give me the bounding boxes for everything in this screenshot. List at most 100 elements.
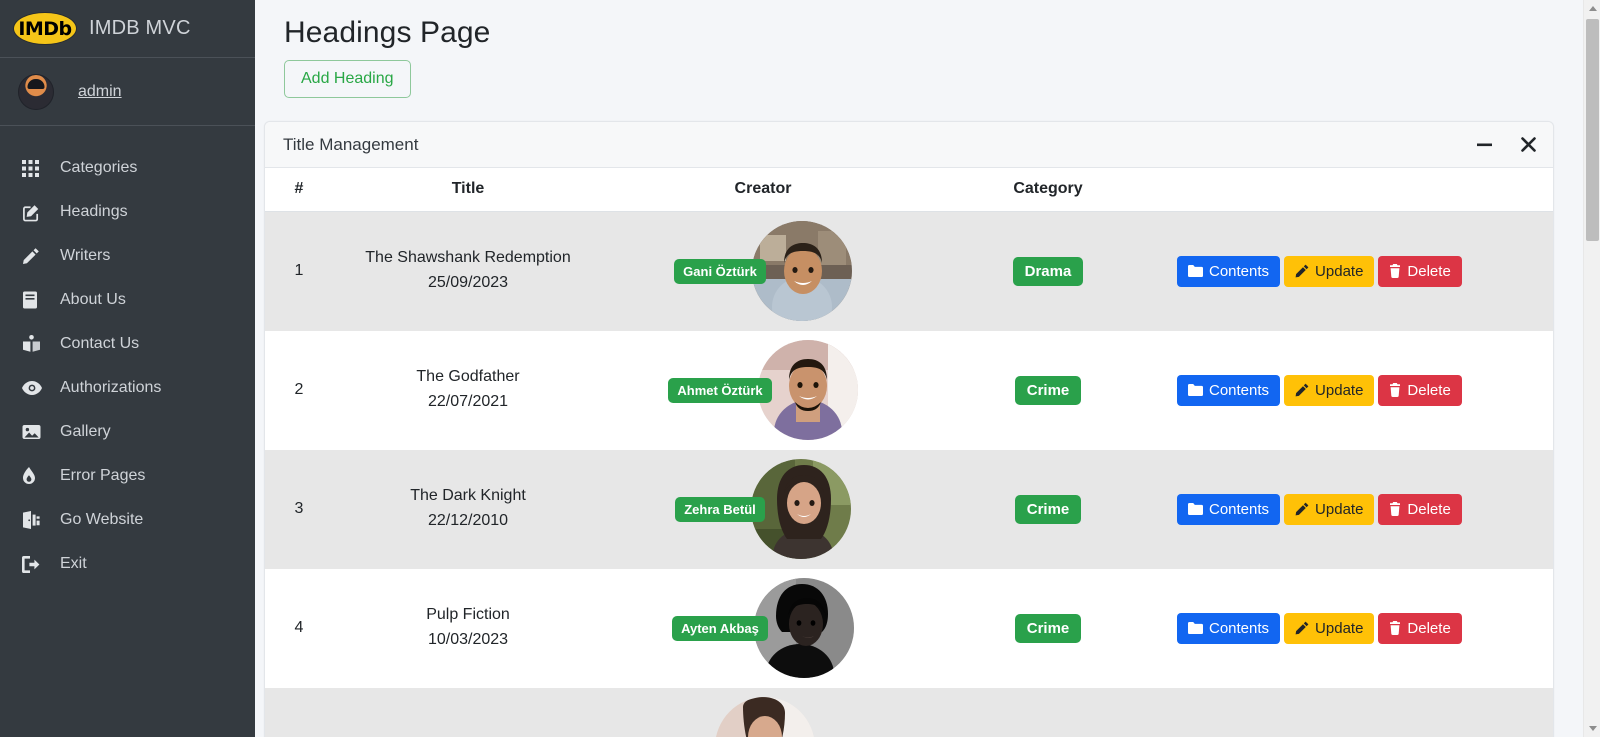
row-creator-cell: Zehra Betül xyxy=(603,450,923,569)
delete-button-label: Delete xyxy=(1407,500,1451,518)
user-name-link[interactable]: admin xyxy=(78,83,122,101)
row-creator-cell: Ayten Akbaş xyxy=(603,569,923,688)
column-header-category: Category xyxy=(923,168,1173,212)
sidebar-item-label: Authorizations xyxy=(60,379,162,396)
minimize-icon[interactable] xyxy=(1475,138,1494,151)
sidebar-item-label: Exit xyxy=(60,555,87,572)
update-button-label: Update xyxy=(1315,500,1364,518)
table-row[interactable]: 5 xyxy=(265,687,1553,737)
row-actions-cell xyxy=(1173,688,1553,737)
table-row[interactable]: 3 The Dark Knight 22/12/2010 Zehra Betül xyxy=(265,449,1553,569)
sidebar-item-label: Gallery xyxy=(60,423,111,440)
folder-icon xyxy=(1188,384,1203,396)
delete-button[interactable]: Delete xyxy=(1378,493,1462,525)
row-title-cell: The Godfather 22/07/2021 xyxy=(333,331,603,450)
row-number: 1 xyxy=(294,262,304,280)
brand-header[interactable]: IMDb IMDB MVC xyxy=(0,0,255,58)
row-number: 3 xyxy=(294,500,304,517)
delete-button-label: Delete xyxy=(1407,619,1451,637)
contents-button[interactable]: Contents xyxy=(1177,612,1281,644)
scroll-up-arrow-icon[interactable] xyxy=(1584,0,1600,17)
sidebar-item-go-website[interactable]: Go Website xyxy=(0,498,255,542)
scroll-down-arrow-icon[interactable] xyxy=(1584,720,1600,737)
table-row[interactable]: 1 The Shawshank Redemption 25/09/2023 Ga… xyxy=(265,211,1553,331)
update-button[interactable]: Update xyxy=(1284,612,1375,644)
row-actions-cell: Contents Update Delete xyxy=(1173,212,1553,331)
row-category-cell: Crime xyxy=(923,569,1173,688)
update-button-label: Update xyxy=(1315,262,1364,280)
door-open-icon xyxy=(22,511,48,529)
sidebar-item-contact-us[interactable]: Contact Us xyxy=(0,322,255,366)
contents-button[interactable]: Contents xyxy=(1177,493,1281,525)
sidebar-item-label: Go Website xyxy=(60,511,144,528)
update-button[interactable]: Update xyxy=(1284,493,1375,525)
row-creator-cell: Ahmet Öztürk xyxy=(603,331,923,450)
pencil-icon xyxy=(1295,383,1309,397)
contents-button[interactable]: Contents xyxy=(1177,255,1281,287)
page-scrollbar[interactable] xyxy=(1583,0,1600,737)
row-category-cell: Drama xyxy=(923,212,1173,331)
row-category-cell: Crime xyxy=(923,450,1173,569)
add-heading-button[interactable]: Add Heading xyxy=(284,60,411,98)
sidebar-item-writers[interactable]: Writers xyxy=(0,234,255,278)
scrollbar-thumb[interactable] xyxy=(1586,19,1599,241)
avatar xyxy=(18,73,54,110)
delete-button[interactable]: Delete xyxy=(1378,612,1462,644)
contents-button[interactable]: Contents xyxy=(1177,374,1281,406)
row-date: 22/07/2021 xyxy=(427,393,509,410)
contents-button-label: Contents xyxy=(1209,381,1270,399)
row-creator-cell: Gani Öztürk xyxy=(603,212,923,331)
delete-button-label: Delete xyxy=(1407,262,1451,280)
user-panel[interactable]: admin xyxy=(0,58,255,126)
column-header-num: # xyxy=(265,168,333,212)
update-button[interactable]: Update xyxy=(1284,374,1375,406)
sidebar-item-error-pages[interactable]: Error Pages xyxy=(0,454,255,498)
row-date: 22/12/2010 xyxy=(427,512,509,529)
row-title-cell: Pulp Fiction 10/03/2023 xyxy=(333,569,603,688)
sidebar-item-exit[interactable]: Exit xyxy=(0,542,255,586)
sidebar-item-gallery[interactable]: Gallery xyxy=(0,410,255,454)
sidebar-item-about-us[interactable]: About Us xyxy=(0,278,255,322)
pencil-icon xyxy=(1295,264,1309,278)
folder-icon xyxy=(1188,503,1203,515)
creator-badge: Ayten Akbaş xyxy=(672,615,768,641)
table-head: # Title Creator Category xyxy=(265,168,1553,212)
creator-avatar xyxy=(715,697,815,737)
sidebar-item-headings[interactable]: Headings xyxy=(0,190,255,234)
row-date: 25/09/2023 xyxy=(427,274,509,292)
row-title: The Godfather xyxy=(416,368,520,386)
row-date: 10/03/2023 xyxy=(427,631,509,648)
folder-icon xyxy=(1188,622,1203,634)
row-category-cell xyxy=(923,688,1173,737)
delete-button-label: Delete xyxy=(1407,381,1451,399)
contents-button-label: Contents xyxy=(1209,619,1270,637)
card-title: Title Management xyxy=(283,134,419,154)
update-button-label: Update xyxy=(1315,381,1364,399)
delete-button[interactable]: Delete xyxy=(1378,255,1462,287)
grid-icon xyxy=(22,159,48,177)
delete-button[interactable]: Delete xyxy=(1378,374,1462,406)
table-row[interactable]: 2 The Godfather 22/07/2021 Ahmet Öztürk xyxy=(265,330,1553,450)
trash-icon xyxy=(1389,621,1401,635)
close-icon[interactable] xyxy=(1520,136,1537,153)
creator-avatar xyxy=(751,221,852,322)
creator-badge: Zehra Betül xyxy=(675,496,765,522)
contents-button-label: Contents xyxy=(1209,500,1270,518)
creator-avatar xyxy=(753,578,854,678)
trash-icon xyxy=(1389,383,1401,397)
sidebar-item-label: Headings xyxy=(60,203,128,220)
row-title: The Dark Knight xyxy=(410,487,526,505)
sidebar-item-label: Contact Us xyxy=(60,335,140,352)
table-body: 1 The Shawshank Redemption 25/09/2023 Ga… xyxy=(265,211,1553,737)
pencil-icon xyxy=(22,247,48,265)
table-row[interactable]: 4 Pulp Fiction 10/03/2023 Ayten Akbaş Cr… xyxy=(265,568,1553,688)
sidebar-item-categories[interactable]: Categories xyxy=(0,146,255,190)
row-number: 2 xyxy=(294,381,304,398)
pencil-icon xyxy=(1295,502,1309,516)
page-title: Headings Page xyxy=(284,16,491,49)
sidebar-item-label: Error Pages xyxy=(60,467,146,484)
sign-out-icon xyxy=(22,555,48,573)
sidebar-item-authorizations[interactable]: Authorizations xyxy=(0,366,255,410)
update-button[interactable]: Update xyxy=(1284,255,1375,287)
sidebar: IMDb IMDB MVC admin Categories Headings … xyxy=(0,0,255,737)
